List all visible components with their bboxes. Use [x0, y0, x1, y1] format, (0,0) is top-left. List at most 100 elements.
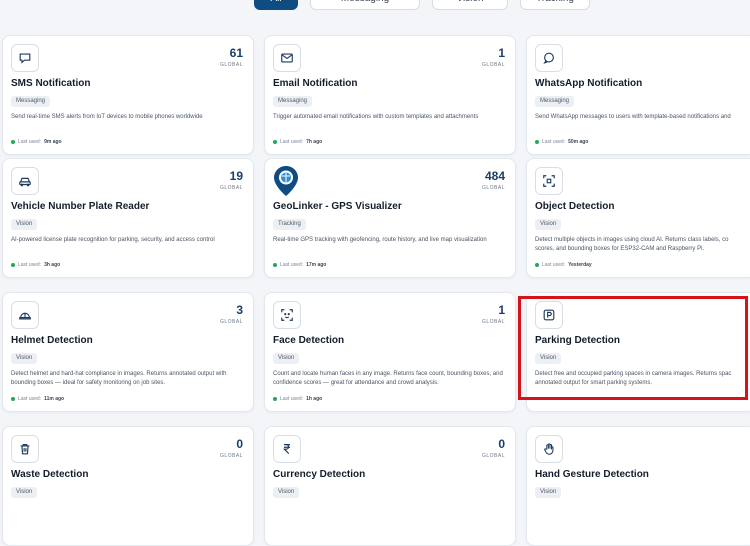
gps-pin-icon — [274, 166, 298, 196]
last-used-value: 11m ago — [44, 396, 65, 402]
usage-count: 61 — [229, 46, 243, 60]
card-title: Hand Gesture Detection — [535, 469, 649, 480]
face-scan-icon — [273, 301, 301, 329]
card-description: Detect helmet and hard-hat compliance in… — [11, 371, 227, 386]
category-badge: Vision — [273, 353, 300, 364]
card-geolinker-gps-visualizer[interactable]: 484 GLOBAL GeoLinker - GPS Visualizer Tr… — [264, 158, 516, 278]
scope-label: GLOBAL — [481, 453, 505, 459]
car-icon — [11, 167, 39, 195]
card-title: Email Notification — [273, 78, 358, 89]
usage-count: 19 — [229, 169, 243, 183]
trash-icon — [11, 435, 39, 463]
card-title: Helmet Detection — [11, 335, 93, 346]
last-used-label: Last used: — [18, 262, 42, 268]
rupee-icon — [273, 435, 301, 463]
last-used-label: Last used: — [280, 139, 304, 145]
last-used: Last used: 7h ago — [273, 139, 322, 145]
helmet-icon — [11, 301, 39, 329]
card-title: Currency Detection — [273, 469, 366, 480]
usage-count: 0 — [498, 437, 505, 451]
scope-label: GLOBAL — [481, 185, 505, 191]
card-title: WhatsApp Notification — [535, 78, 643, 89]
category-badge: Vision — [11, 487, 38, 498]
status-dot — [11, 263, 15, 267]
last-used: Last used: 11m ago — [11, 396, 64, 402]
last-used-value: 17m ago — [306, 262, 327, 268]
last-used-label: Last used: — [18, 139, 42, 145]
card-title: Parking Detection — [535, 335, 621, 346]
card-title: GeoLinker - GPS Visualizer — [273, 201, 402, 212]
card-email-notification[interactable]: 1 GLOBAL Email Notification Messaging Tr… — [264, 35, 516, 155]
last-used: Last used: 17m ago — [273, 262, 326, 268]
last-used-label: Last used: — [18, 396, 42, 402]
usage-count: 0 — [236, 437, 243, 451]
card-title: Waste Detection — [11, 469, 89, 480]
card-waste-detection[interactable]: 0 GLOBAL Waste Detection Vision — [2, 426, 254, 546]
card-description: Detect multiple objects in images using … — [535, 237, 729, 252]
card-description: AI-powered license plate recognition for… — [11, 237, 215, 243]
last-used-value: 9m ago — [44, 139, 62, 145]
chat-bubble-icon — [11, 44, 39, 72]
tab-all[interactable]: All — [254, 0, 298, 10]
category-badge: Vision — [535, 353, 562, 364]
scope-label: GLOBAL — [481, 319, 505, 325]
last-used-label: Last used: — [280, 396, 304, 402]
category-badge: Vision — [535, 219, 562, 230]
card-sms-notification[interactable]: 61 GLOBAL SMS Notification Messaging Sen… — [2, 35, 254, 155]
last-used-label: Last used: — [542, 139, 566, 145]
last-used: Last used: 3h ago — [11, 262, 60, 268]
last-used-value: 1h ago — [306, 396, 323, 402]
card-face-detection[interactable]: 1 GLOBAL Face Detection Vision Count and… — [264, 292, 516, 412]
whatsapp-icon — [535, 44, 563, 72]
usage-count: 1 — [498, 46, 505, 60]
card-whatsapp-notification[interactable]: WhatsApp Notification Messaging Send Wha… — [526, 35, 750, 155]
category-badge: Vision — [11, 353, 38, 364]
card-parking-detection[interactable]: Parking Detection Vision Detect free and… — [526, 292, 750, 412]
last-used-value: 3h ago — [44, 262, 61, 268]
parking-icon — [535, 301, 563, 329]
card-title: Object Detection — [535, 201, 615, 212]
card-vehicle-number-plate-reader[interactable]: 19 GLOBAL Vehicle Number Plate Reader Vi… — [2, 158, 254, 278]
card-description: Trigger automated email notifications wi… — [273, 114, 479, 120]
category-tabs: All Messaging Vision Tracking — [254, 0, 590, 10]
last-used-value: 7h ago — [306, 139, 323, 145]
last-used-label: Last used: — [542, 262, 566, 268]
category-badge: Messaging — [535, 96, 575, 107]
tab-messaging[interactable]: Messaging — [310, 0, 420, 10]
card-hand-gesture-detection[interactable]: Hand Gesture Detection Vision — [526, 426, 750, 546]
card-description: Count and locate human faces in any imag… — [273, 371, 503, 386]
card-title: Vehicle Number Plate Reader — [11, 201, 150, 212]
mail-icon — [273, 44, 301, 72]
last-used-value: Yesterday — [568, 262, 592, 268]
status-dot — [273, 140, 277, 144]
card-object-detection[interactable]: Object Detection Vision Detect multiple … — [526, 158, 750, 278]
status-dot — [11, 397, 15, 401]
scope-label: GLOBAL — [219, 319, 243, 325]
status-dot — [273, 263, 277, 267]
card-helmet-detection[interactable]: 3 GLOBAL Helmet Detection Vision Detect … — [2, 292, 254, 412]
card-title: Face Detection — [273, 335, 345, 346]
card-description: Detect free and occupied parking spaces … — [535, 371, 732, 386]
card-description: Send real-time SMS alerts from IoT devic… — [11, 114, 203, 120]
card-description: Send WhatsApp messages to users with tem… — [535, 114, 731, 120]
last-used: Last used: 50m ago — [535, 139, 588, 145]
category-badge: Vision — [11, 219, 38, 230]
usage-count: 3 — [236, 303, 243, 317]
last-used-label: Last used: — [280, 262, 304, 268]
card-description: Real-time GPS tracking with geofencing, … — [273, 237, 487, 243]
card-title: SMS Notification — [11, 78, 91, 89]
category-badge: Tracking — [273, 219, 306, 230]
status-dot — [273, 397, 277, 401]
scan-object-icon — [535, 167, 563, 195]
scope-label: GLOBAL — [481, 62, 505, 68]
last-used: Last used: 9m ago — [11, 139, 62, 145]
last-used: Last used: 1h ago — [273, 396, 322, 402]
scope-label: GLOBAL — [219, 62, 243, 68]
category-badge: Vision — [273, 487, 300, 498]
tab-vision[interactable]: Vision — [432, 0, 508, 10]
status-dot — [535, 140, 539, 144]
card-currency-detection[interactable]: 0 GLOBAL Currency Detection Vision — [264, 426, 516, 546]
usage-count: 484 — [484, 169, 505, 183]
tab-tracking[interactable]: Tracking — [520, 0, 590, 10]
scope-label: GLOBAL — [219, 453, 243, 459]
